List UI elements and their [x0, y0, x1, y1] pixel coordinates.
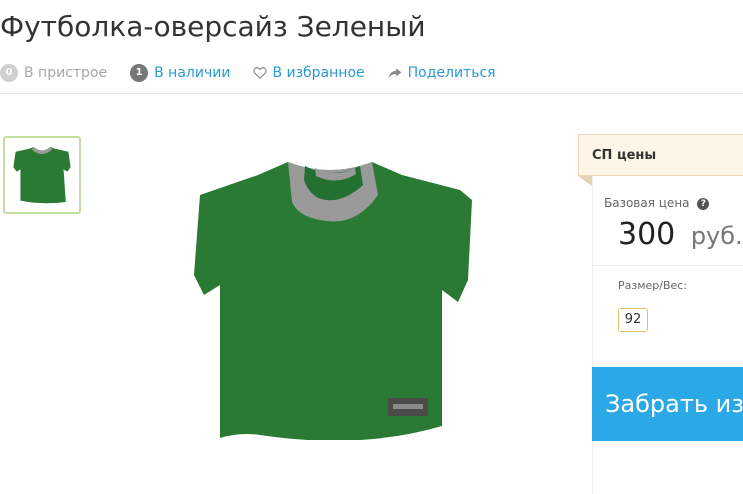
share-icon — [388, 68, 402, 79]
base-price-label: Базовая цена — [604, 196, 690, 210]
price-currency: руб. — [690, 222, 743, 250]
base-price-label-row: Базовая цена ? — [604, 196, 710, 210]
in-building-count-badge: 0 — [0, 64, 18, 82]
price-separator — [592, 265, 743, 266]
add-to-favorites-link[interactable]: В избранное — [253, 65, 365, 81]
header-divider — [0, 93, 743, 94]
in-stock-label: В наличии — [154, 65, 231, 81]
thumbnail-tshirt-image — [13, 146, 71, 204]
favorites-label: В избранное — [272, 65, 365, 81]
in-stock-count-badge: 1 — [130, 64, 149, 82]
share-link[interactable]: Поделиться — [388, 65, 496, 81]
sp-prices-title: СП цены — [592, 148, 657, 163]
price-value: 300 руб. — [618, 217, 743, 252]
heart-icon — [253, 67, 268, 80]
size-label: Размер/Вес: — [618, 279, 688, 292]
tshirt-label-text-mark — [393, 404, 423, 409]
size-option-chip[interactable]: 92 — [618, 308, 648, 332]
price-amount: 300 — [618, 217, 676, 252]
price-panel: СП цены Базовая цена ? 300 руб. Размер/В… — [578, 134, 743, 494]
product-main-image — [194, 162, 472, 440]
sp-prices-header: СП цены — [578, 134, 743, 176]
product-thumbnail[interactable] — [3, 136, 81, 214]
share-label: Поделиться — [407, 65, 496, 81]
in-building-label: В пристрое — [24, 65, 108, 81]
question-icon[interactable]: ? — [697, 198, 710, 210]
in-building-status: 0 В пристрое — [0, 64, 107, 82]
take-from-building-button[interactable]: Забрать из пристроя — [592, 367, 743, 441]
in-stock-link[interactable]: 1 В наличии — [130, 64, 230, 82]
product-meta-bar: 0 В пристрое 1 В наличии В избранное Под… — [0, 62, 519, 84]
product-title: Футболка-оверсайз Зеленый — [0, 10, 426, 43]
ribbon-fold — [578, 176, 592, 186]
